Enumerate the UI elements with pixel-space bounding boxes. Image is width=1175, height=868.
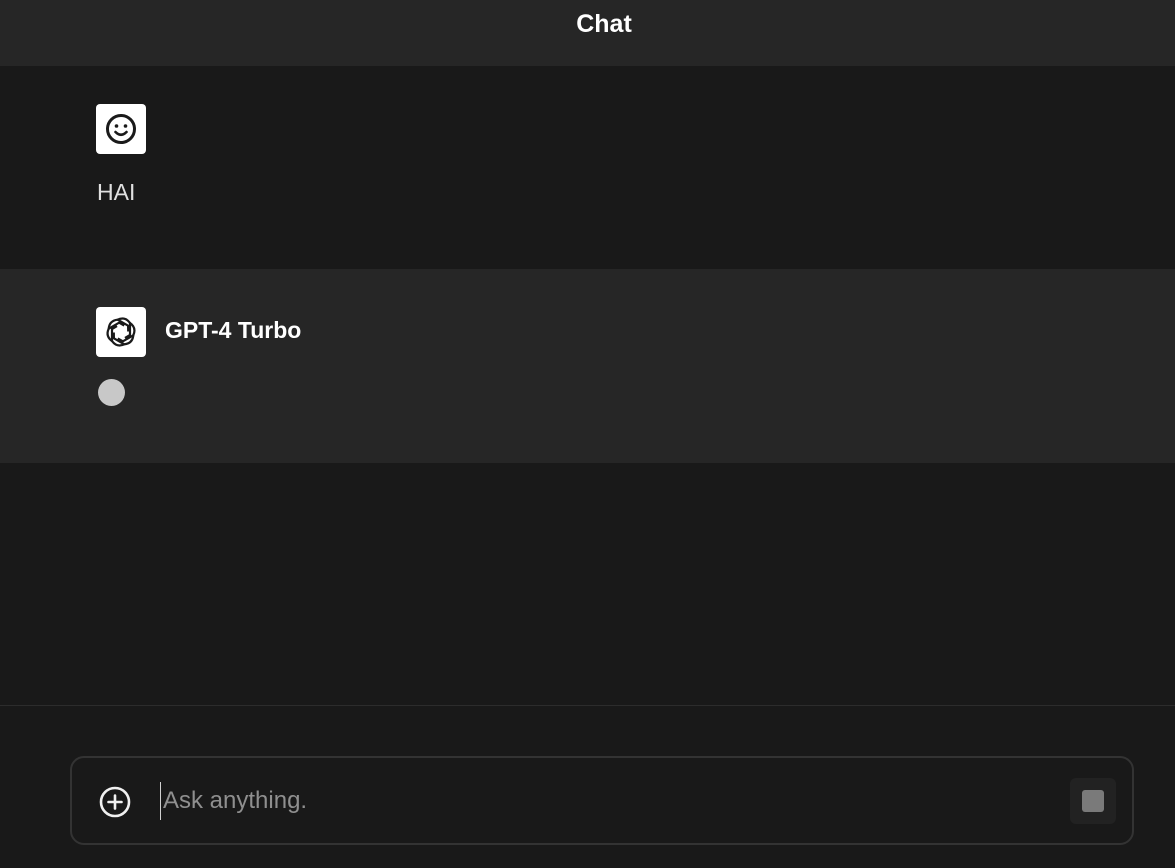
smiley-icon (106, 114, 136, 144)
typing-indicator (98, 379, 125, 406)
assistant-avatar (96, 307, 146, 357)
stop-button[interactable] (1070, 778, 1116, 824)
user-avatar (96, 104, 146, 154)
page-title: Chat (576, 10, 632, 38)
assistant-message: GPT-4 Turbo (0, 269, 1175, 463)
stop-icon (1082, 790, 1104, 812)
user-message-text: HAI (97, 179, 136, 205)
openai-logo-icon (106, 317, 136, 347)
message-input[interactable] (160, 782, 1043, 820)
chat-header: Chat (0, 0, 1175, 66)
model-name-label: GPT-4 Turbo (165, 317, 302, 343)
chat-app: Chat HAI GPT-4 Turbo Ask anything. (0, 0, 1175, 868)
user-message: HAI (0, 66, 1175, 269)
composer-divider (0, 705, 1175, 706)
attach-button[interactable] (99, 786, 131, 818)
message-composer (70, 756, 1134, 845)
plus-circle-icon (99, 786, 131, 818)
